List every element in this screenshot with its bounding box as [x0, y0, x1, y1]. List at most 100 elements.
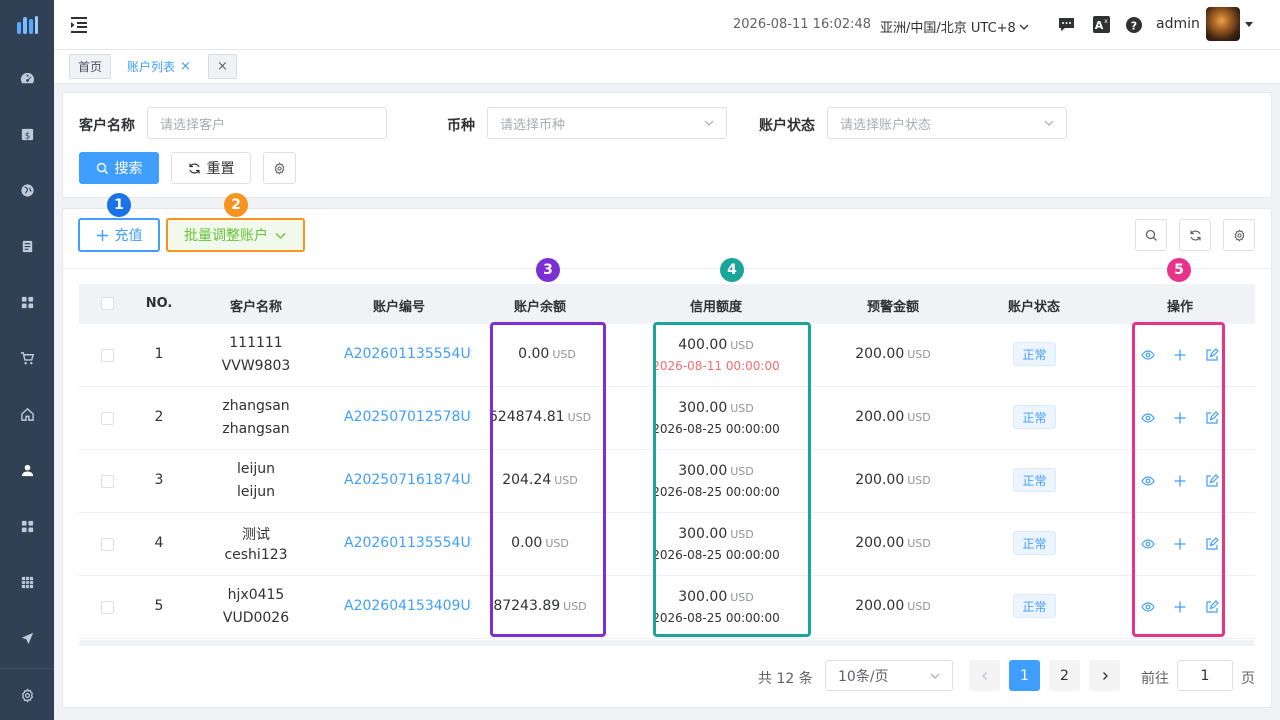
- chevron-down-icon: [1019, 24, 1029, 30]
- send-icon: [21, 632, 33, 644]
- column-header: 预警金额: [866, 300, 920, 315]
- user-icon: [21, 464, 33, 476]
- table-horizontal-scrollbar[interactable]: [79, 640, 1255, 646]
- select-all-checkbox[interactable]: [101, 297, 114, 310]
- sidebar-item-send[interactable]: [0, 618, 54, 658]
- tag-label: 首页: [78, 60, 103, 74]
- sidebar-item-documents[interactable]: [0, 226, 54, 266]
- sidebar-item-user[interactable]: [0, 450, 54, 490]
- account-number-link[interactable]: A202507161874USD: [344, 472, 472, 488]
- prev-page-button[interactable]: [969, 660, 1000, 691]
- sidebar-item-dashboard[interactable]: [0, 58, 54, 98]
- column-header: 账户余额: [513, 300, 567, 315]
- translate-icon[interactable]: Ax: [1092, 15, 1111, 34]
- batch-adjust-dropdown[interactable]: 批量调整账户: [166, 218, 305, 252]
- column-header: 操作: [1166, 300, 1194, 315]
- tags-view: 首页 账户列表 × ×: [54, 50, 1280, 84]
- top-header: 2026-08-11 16:02:48 亚洲/中国/北京 UTC+8 Ax ? …: [54, 0, 1280, 50]
- highlight-credit-column: [653, 322, 811, 637]
- page-button-2[interactable]: 2: [1049, 660, 1080, 691]
- annotation-marker-3: 3: [536, 258, 560, 282]
- customer-code: VUD0026: [222, 610, 290, 626]
- warning-value: 200.00: [855, 472, 905, 488]
- search-button[interactable]: 搜索: [79, 152, 159, 184]
- account-number-link[interactable]: A202604153409USD: [344, 598, 472, 614]
- menu-fold-icon[interactable]: [70, 16, 88, 34]
- username[interactable]: admin: [1156, 16, 1200, 32]
- account-number-link[interactable]: A202601135554USD: [344, 535, 472, 551]
- recharge-button[interactable]: 充值: [78, 218, 160, 252]
- goto-label: 前往: [1141, 671, 1169, 687]
- row-no: 3: [154, 472, 164, 488]
- page-size-select[interactable]: 10条/页: [825, 660, 953, 691]
- message-icon[interactable]: [1057, 15, 1076, 34]
- tag-home[interactable]: 首页: [69, 54, 112, 79]
- row-checkbox[interactable]: [101, 601, 114, 614]
- customer-code: leijun: [236, 484, 276, 500]
- status-select[interactable]: 请选择账户状态: [827, 107, 1067, 139]
- account-number-link[interactable]: A202507012578USD: [344, 409, 472, 425]
- caret-down-icon[interactable]: [1244, 20, 1254, 28]
- gear-icon: [274, 161, 285, 175]
- annotation-marker-4: 4: [720, 258, 744, 282]
- column-settings-button[interactable]: [1223, 219, 1255, 251]
- warning-unit: USD: [907, 348, 931, 361]
- filter-settings-button[interactable]: [263, 152, 296, 184]
- status-badge: 正常: [1013, 468, 1056, 492]
- next-page-button[interactable]: [1089, 660, 1120, 691]
- table-search-toggle[interactable]: [1135, 219, 1167, 251]
- svg-text:A: A: [1095, 19, 1104, 32]
- table-refresh-button[interactable]: [1179, 219, 1211, 251]
- status-badge: 正常: [1013, 531, 1056, 555]
- refresh-icon: [188, 163, 200, 173]
- tag-label: 账户列表: [127, 60, 176, 74]
- annotation-marker-1: 1: [107, 193, 131, 217]
- customer-input[interactable]: 请选择客户: [147, 107, 387, 139]
- document-icon: [22, 240, 32, 252]
- tag-close-all[interactable]: ×: [208, 54, 237, 79]
- sidebar-item-cart[interactable]: [0, 338, 54, 378]
- header-datetime: 2026-08-11 16:02:48: [733, 17, 872, 32]
- account-number-link[interactable]: A202601135554USD: [344, 346, 472, 362]
- close-icon[interactable]: ×: [217, 59, 228, 74]
- sidebar-item-home[interactable]: [0, 394, 54, 434]
- timezone-label: 亚洲/中国/北京 UTC+8: [880, 21, 1016, 36]
- sidebar-item-apps[interactable]: [0, 282, 54, 322]
- sidebar-item-modules[interactable]: [0, 506, 54, 546]
- svg-text:x: x: [1104, 18, 1108, 25]
- sidebar-item-table[interactable]: [0, 562, 54, 602]
- tag-account-list[interactable]: 账户列表 ×: [118, 54, 200, 79]
- avatar[interactable]: [1206, 7, 1240, 41]
- close-icon[interactable]: ×: [180, 59, 191, 74]
- reset-button[interactable]: 重置: [171, 152, 251, 184]
- search-icon: [96, 162, 108, 174]
- help-icon[interactable]: ?: [1125, 16, 1144, 35]
- sidebar-item-globe[interactable]: [0, 170, 54, 210]
- sidebar-item-settings[interactable]: [0, 675, 54, 715]
- grid-icon: [21, 520, 33, 532]
- filter-panel: 客户名称 请选择客户 币种 请选择币种 账户状态 请选择账户状态 搜索 重置: [62, 92, 1272, 198]
- table-icon: [21, 576, 33, 588]
- reset-button-label: 重置: [206, 161, 235, 177]
- goto-page-input[interactable]: 1: [1177, 660, 1233, 691]
- currency-placeholder: 请选择币种: [500, 117, 566, 133]
- customer-name: 111111: [229, 335, 283, 351]
- row-checkbox[interactable]: [101, 475, 114, 488]
- chevron-down-icon: [704, 120, 714, 126]
- page-button-1[interactable]: 1: [1009, 660, 1040, 691]
- annotation-marker-5: 5: [1167, 258, 1191, 282]
- warning-unit: USD: [907, 537, 931, 550]
- currency-select[interactable]: 请选择币种: [487, 107, 727, 139]
- row-checkbox[interactable]: [101, 412, 114, 425]
- pagination-total: 共 12 条: [758, 671, 813, 687]
- gear-icon: [1234, 228, 1244, 242]
- timezone-selector[interactable]: 亚洲/中国/北京 UTC+8: [880, 17, 1029, 36]
- row-no: 2: [154, 409, 164, 425]
- sidebar: $: [0, 0, 54, 720]
- warning-cell: 200.00 USD: [855, 346, 931, 362]
- row-checkbox[interactable]: [101, 538, 114, 551]
- row-no: 5: [154, 598, 164, 614]
- search-icon: [1145, 229, 1157, 241]
- row-checkbox[interactable]: [101, 349, 114, 362]
- sidebar-item-finance[interactable]: $: [0, 114, 54, 154]
